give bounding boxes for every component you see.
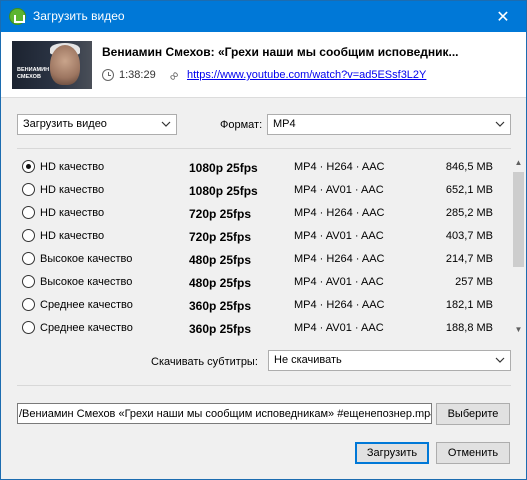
- clock-icon: [102, 69, 114, 81]
- quality-label: Высокое качество: [40, 276, 133, 288]
- video-duration: 1:38:29: [119, 69, 156, 81]
- quality-codec: MP4 · AV01 · AAC: [294, 276, 384, 288]
- quality-codec: MP4 · H264 · AAC: [294, 299, 385, 311]
- video-url-link[interactable]: https://www.youtube.com/watch?v=ad5ESsf3…: [187, 69, 426, 81]
- output-path-input[interactable]: /Вениамин Смехов «Грехи наши мы сообщим …: [17, 403, 432, 424]
- quality-radio[interactable]: [22, 252, 35, 265]
- format-select-value: MP4: [273, 118, 296, 130]
- download-button[interactable]: Загрузить: [355, 442, 429, 464]
- quality-codec: MP4 · H264 · AAC: [294, 161, 385, 173]
- cancel-button[interactable]: Отменить: [436, 442, 510, 464]
- scroll-thumb[interactable]: [513, 172, 524, 267]
- video-title: Вениамин Смехов: «Грехи наши мы сообщим …: [102, 45, 459, 59]
- format-select[interactable]: MP4: [267, 114, 511, 135]
- quality-size: 214,7 MB: [445, 253, 493, 265]
- chevron-down-icon: [160, 117, 172, 131]
- quality-row[interactable]: HD качество 1080p 25fps MP4 · H264 · AAC…: [17, 155, 511, 178]
- video-info-header: ВЕНИАМИН СМЕХОВ Вениамин Смехов: «Грехи …: [1, 32, 526, 98]
- quality-label: HD качество: [40, 161, 105, 173]
- chevron-down-icon: [494, 117, 506, 131]
- quality-row[interactable]: Высокое качество 480p 25fps MP4 · H264 ·…: [17, 247, 511, 270]
- quality-radio[interactable]: [22, 229, 35, 242]
- action-select-value: Загрузить видео: [23, 118, 107, 130]
- quality-label: Среднее качество: [40, 322, 133, 334]
- link-icon: ∞: [165, 66, 183, 85]
- quality-label: HD качество: [40, 207, 105, 219]
- divider: [17, 385, 511, 386]
- download-dialog: Загрузить видео ✕ ВЕНИАМИН СМЕХОВ Вениам…: [0, 0, 527, 480]
- quality-size: 182,1 MB: [445, 299, 493, 311]
- quality-size: 188,8 MB: [445, 322, 493, 334]
- quality-radio[interactable]: [22, 298, 35, 311]
- close-button[interactable]: ✕: [480, 1, 526, 32]
- quality-radio[interactable]: [22, 183, 35, 196]
- quality-size: 285,2 MB: [445, 207, 493, 219]
- quality-label: HD качество: [40, 184, 105, 196]
- quality-size: 403,7 MB: [445, 230, 493, 242]
- title-bar[interactable]: Загрузить видео ✕: [1, 1, 526, 32]
- quality-codec: MP4 · AV01 · AAC: [294, 322, 384, 334]
- quality-resolution: 1080p 25fps: [189, 161, 258, 175]
- quality-radio[interactable]: [22, 160, 35, 173]
- video-thumbnail: ВЕНИАМИН СМЕХОВ: [12, 41, 92, 89]
- quality-row[interactable]: HD качество 720p 25fps MP4 · H264 · AAC …: [17, 201, 511, 224]
- quality-resolution: 720p 25fps: [189, 207, 252, 221]
- subtitles-select-value: Не скачивать: [274, 354, 342, 366]
- window-title: Загрузить видео: [33, 9, 125, 23]
- quality-row[interactable]: Среднее качество 360p 25fps MP4 · H264 ·…: [17, 293, 511, 316]
- quality-resolution: 1080p 25fps: [189, 184, 258, 198]
- quality-resolution: 720p 25fps: [189, 230, 252, 244]
- quality-resolution: 480p 25fps: [189, 253, 252, 267]
- quality-resolution: 360p 25fps: [189, 299, 252, 313]
- quality-size: 652,1 MB: [445, 184, 493, 196]
- quality-resolution: 480p 25fps: [189, 276, 252, 290]
- app-download-icon: [9, 8, 26, 25]
- quality-size: 257 MB: [455, 276, 493, 288]
- divider: [17, 148, 511, 149]
- quality-codec: MP4 · AV01 · AAC: [294, 230, 384, 242]
- quality-codec: MP4 · H264 · AAC: [294, 207, 385, 219]
- quality-size: 846,5 MB: [445, 161, 493, 173]
- scroll-up-icon[interactable]: ▲: [511, 155, 526, 170]
- quality-row[interactable]: Высокое качество 480p 25fps MP4 · AV01 ·…: [17, 270, 511, 293]
- subtitles-select[interactable]: Не скачивать: [268, 350, 511, 371]
- quality-row[interactable]: HD качество 1080p 25fps MP4 · AV01 · AAC…: [17, 178, 511, 201]
- quality-codec: MP4 · AV01 · AAC: [294, 184, 384, 196]
- browse-button[interactable]: Выберите: [436, 403, 510, 425]
- scroll-down-icon[interactable]: ▼: [511, 322, 526, 337]
- quality-row[interactable]: HD качество 720p 25fps MP4 · AV01 · AAC …: [17, 224, 511, 247]
- chevron-down-icon: [494, 353, 506, 367]
- quality-list-scrollbar[interactable]: ▲ ▼: [511, 155, 526, 337]
- quality-radio[interactable]: [22, 321, 35, 334]
- quality-codec: MP4 · H264 · AAC: [294, 253, 385, 265]
- quality-list: HD качество 1080p 25fps MP4 · H264 · AAC…: [17, 155, 511, 337]
- quality-resolution: 360p 25fps: [189, 322, 252, 336]
- quality-label: Высокое качество: [40, 253, 133, 265]
- subtitles-label: Скачивать субтитры:: [151, 356, 258, 368]
- quality-label: HD качество: [40, 230, 105, 242]
- thumbnail-caption: ВЕНИАМИН СМЕХОВ: [17, 67, 50, 80]
- quality-radio[interactable]: [22, 206, 35, 219]
- quality-radio[interactable]: [22, 275, 35, 288]
- quality-label: Среднее качество: [40, 299, 133, 311]
- format-label: Формат:: [220, 119, 263, 131]
- quality-row[interactable]: Среднее качество 360p 25fps MP4 · AV01 ·…: [17, 316, 511, 337]
- action-select[interactable]: Загрузить видео: [17, 114, 177, 135]
